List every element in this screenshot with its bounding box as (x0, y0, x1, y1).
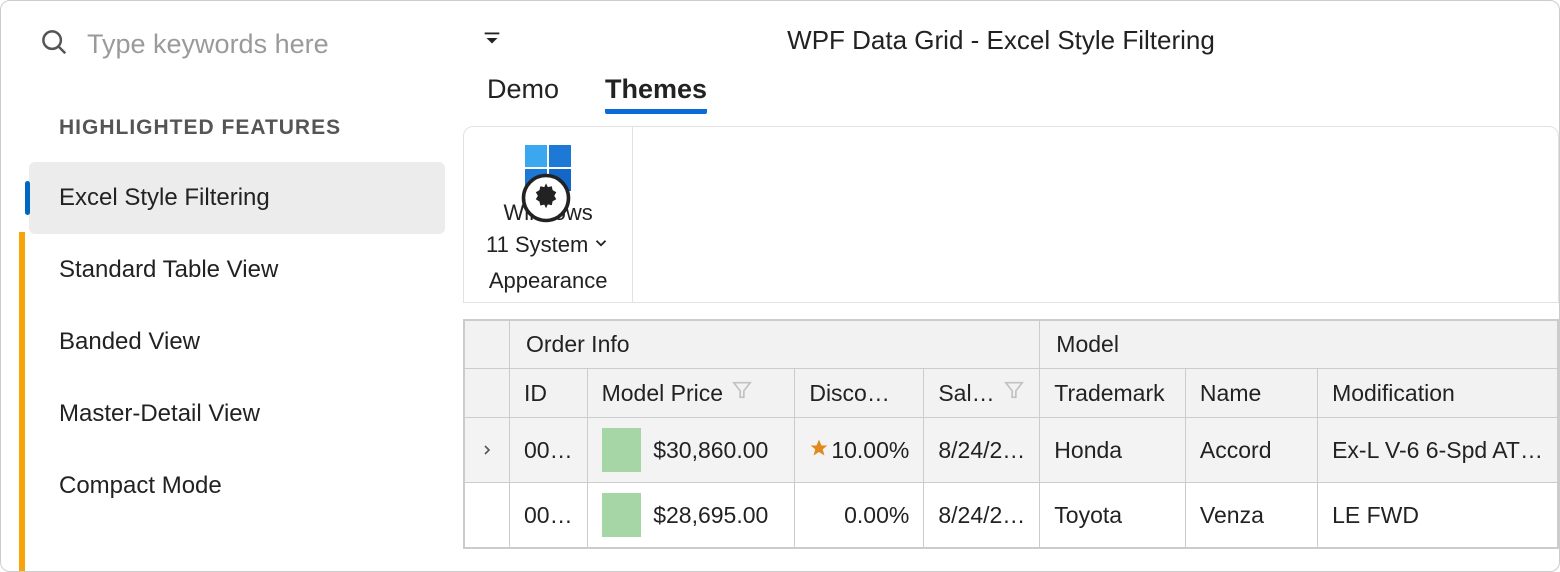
cell-date: 8/24/2… (924, 483, 1040, 548)
theme-label-line2: 11 System (486, 231, 588, 259)
cell-discount: 10.00% (795, 418, 924, 483)
cell-date: 8/24/2… (924, 418, 1040, 483)
band-header-expander (465, 321, 510, 369)
row-expander[interactable] (465, 483, 510, 548)
cell-price: $30,860.00 (587, 418, 795, 483)
price-value: $30,860.00 (641, 437, 780, 464)
sidebar-nav-list: Excel Style Filtering Standard Table Vie… (1, 162, 461, 522)
column-header-expander (465, 369, 510, 418)
band-header-model[interactable]: Model (1040, 321, 1558, 369)
column-header-label: Sal… (938, 380, 994, 407)
filter-icon[interactable] (731, 379, 753, 407)
tab-demo[interactable]: Demo (487, 74, 559, 114)
gear-icon (519, 171, 545, 197)
chevron-down-icon (592, 231, 610, 259)
ribbon-group-appearance: Windows 11 System Appearance (464, 127, 633, 302)
main: WPF Data Grid - Excel Style Filtering De… (461, 1, 1559, 571)
column-header-name[interactable]: Name (1185, 369, 1317, 418)
table-row[interactable]: 00… $30,860.00 (465, 418, 1558, 483)
table-row[interactable]: 00… $28,695.00 0.00% 8/24/2 (465, 483, 1558, 548)
row-expander[interactable] (465, 418, 510, 483)
cell-name: Venza (1185, 483, 1317, 548)
windows-icon (521, 141, 575, 195)
cell-id: 00… (510, 418, 588, 483)
column-header-label: Model Price (602, 380, 723, 407)
sidebar-item-compact-mode[interactable]: Compact Mode (1, 450, 461, 522)
price-value: $28,695.00 (641, 502, 780, 529)
column-header-modification[interactable]: Modification (1318, 369, 1558, 418)
search-row (1, 1, 461, 88)
price-bar (602, 428, 642, 472)
cell-modification: LE FWD (1318, 483, 1558, 548)
search-input[interactable] (87, 29, 427, 60)
star-icon (809, 437, 829, 464)
filter-icon[interactable] (1003, 379, 1025, 407)
sidebar-item-banded-view[interactable]: Banded View (1, 306, 461, 378)
tab-themes[interactable]: Themes (605, 74, 707, 114)
sidebar-section-title: HIGHLIGHTED FEATURES (1, 88, 461, 162)
search-icon (39, 27, 69, 62)
cell-discount: 0.00% (795, 483, 924, 548)
sidebar-item-master-detail-view[interactable]: Master-Detail View (1, 378, 461, 450)
column-header-trademark[interactable]: Trademark (1040, 369, 1186, 418)
quick-access-dropdown-icon[interactable] (481, 27, 503, 54)
column-header-model-price[interactable]: Model Price (587, 369, 795, 418)
cell-modification: Ex-L V-6 6-Spd AT… (1318, 418, 1558, 483)
band-header-order-info[interactable]: Order Info (510, 321, 1040, 369)
topbar: WPF Data Grid - Excel Style Filtering De… (461, 1, 1559, 126)
column-header-id[interactable]: ID (510, 369, 588, 418)
cell-name: Accord (1185, 418, 1317, 483)
cell-price: $28,695.00 (587, 483, 795, 548)
chevron-right-icon (479, 442, 495, 458)
cell-id: 00… (510, 483, 588, 548)
sidebar-item-excel-style-filtering[interactable]: Excel Style Filtering (29, 162, 445, 234)
discount-value: 0.00% (844, 502, 909, 529)
cell-trademark: Toyota (1040, 483, 1186, 548)
discount-value: 10.00% (831, 437, 909, 464)
sidebar: HIGHLIGHTED FEATURES Excel Style Filteri… (1, 1, 461, 571)
column-header-sale-date[interactable]: Sal… (924, 369, 1040, 418)
cell-trademark: Honda (1040, 418, 1186, 483)
theme-selector-button[interactable]: Windows 11 System (486, 141, 610, 258)
sidebar-item-standard-table-view[interactable]: Standard Table View (1, 234, 461, 306)
price-bar (602, 493, 642, 537)
ribbon-group-title: Appearance (489, 268, 608, 294)
page-title: WPF Data Grid - Excel Style Filtering (523, 25, 1539, 56)
column-header-discount[interactable]: Disco… (795, 369, 924, 418)
tabs: Demo Themes (481, 74, 1539, 126)
ribbon: Windows 11 System Appearance (463, 126, 1559, 303)
data-grid: Order Info Model ID Model Price (463, 319, 1559, 549)
